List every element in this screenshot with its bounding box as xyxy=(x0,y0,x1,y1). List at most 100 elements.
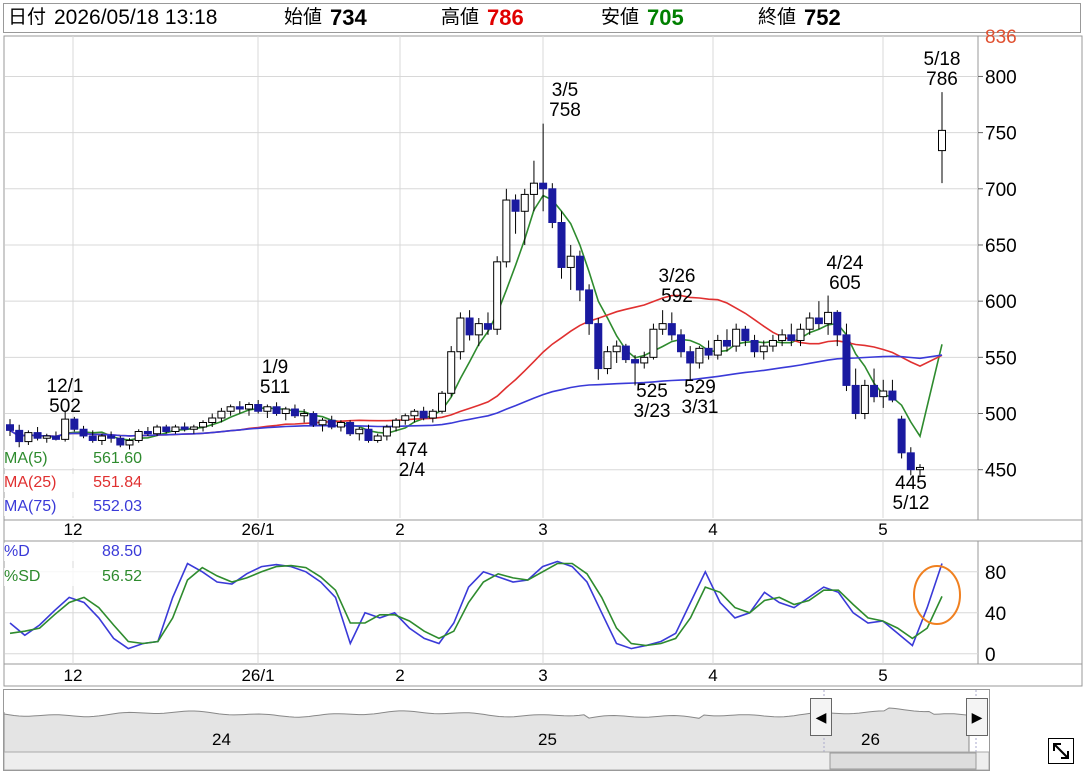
annotation-value: 786 xyxy=(926,69,958,90)
candle-up xyxy=(401,415,410,421)
stock-chart[interactable]: 12/15021/95114742/43/57585253/233/265925… xyxy=(0,0,1089,690)
candle-up xyxy=(134,430,143,441)
candle-down xyxy=(704,347,713,356)
annotation-date: 3/26 xyxy=(659,266,696,287)
legend-ma5: MA(5) 561.60 xyxy=(4,450,142,468)
candle-up xyxy=(382,426,391,437)
main-y-tick-label: 450 xyxy=(985,461,1017,482)
annotation-date: 12/1 xyxy=(47,376,84,397)
main-y-tick-label: 750 xyxy=(985,124,1017,145)
candle-up xyxy=(916,466,924,471)
candle-down xyxy=(235,406,244,410)
candle-down xyxy=(419,410,428,419)
candle-up xyxy=(474,323,483,336)
candle-down xyxy=(833,311,842,336)
candle-down xyxy=(686,351,695,364)
candle-up xyxy=(281,408,290,415)
candle-down xyxy=(787,334,796,341)
annotation-date: 1/9 xyxy=(262,357,288,378)
candle-up xyxy=(318,419,327,426)
navigator-scroll-thumb[interactable] xyxy=(829,752,977,770)
legend-ma75-name: MA(75) xyxy=(4,498,57,515)
candle-up xyxy=(640,356,649,364)
annotation-value: 511 xyxy=(260,377,290,398)
legend-sd-name: %SD xyxy=(4,568,41,585)
main-x-tick-label: 2 xyxy=(395,520,404,539)
candle-up xyxy=(217,410,226,419)
main-y-tick-label: 600 xyxy=(985,292,1017,313)
legend-ma5-name: MA(5) xyxy=(4,450,48,467)
candle-up xyxy=(566,255,575,268)
candle-up xyxy=(428,410,437,419)
main-y-tick-label: 550 xyxy=(985,348,1017,369)
annotation-value: 502 xyxy=(49,396,81,417)
candle-up xyxy=(768,339,777,347)
main-y-tick-label: 800 xyxy=(985,67,1017,88)
main-y-tick-label: 650 xyxy=(985,236,1017,257)
main-x-tick-label: 3 xyxy=(538,520,547,539)
candle-up xyxy=(355,428,364,435)
navigator-left-handle[interactable]: ◀ xyxy=(810,698,832,736)
navigator-right-handle[interactable]: ▶ xyxy=(966,698,988,736)
candle-up xyxy=(502,199,511,263)
candle-down xyxy=(539,182,548,190)
candle-up xyxy=(824,311,833,325)
annotation-date: 2/4 xyxy=(399,460,426,481)
candle-down xyxy=(327,419,336,428)
main-y-tick-label: 500 xyxy=(985,405,1017,426)
candle-down xyxy=(677,334,686,353)
candle-up xyxy=(612,345,621,353)
legend-ma25-name: MA(25) xyxy=(4,474,57,491)
sub-x-tick-label: 26/1 xyxy=(241,666,274,685)
candle-up xyxy=(263,406,272,412)
candle-down xyxy=(594,323,603,370)
candle-down xyxy=(116,437,125,446)
navigator-overview xyxy=(4,690,989,770)
candle-up xyxy=(153,426,162,435)
candle-up xyxy=(732,328,741,347)
legend-d-value: 88.50 xyxy=(101,543,142,560)
annotation-date: 4/24 xyxy=(827,253,864,274)
candle-down xyxy=(511,199,520,212)
expand-icon-glyph xyxy=(1053,743,1069,759)
candle-down xyxy=(143,430,152,435)
annotation-date: 3/23 xyxy=(634,401,671,422)
candle-up xyxy=(392,419,401,428)
main-x-tick-label: 5 xyxy=(878,520,887,539)
range-navigator[interactable]: 24 25 26 ◀ ▶ xyxy=(3,689,990,771)
expand-icon[interactable] xyxy=(1048,738,1074,764)
legend-d: %D 88.50 xyxy=(4,543,142,561)
candle-down xyxy=(15,429,24,443)
legend-ma75-value: 552.03 xyxy=(93,498,142,515)
legend-d-name: %D xyxy=(4,543,30,560)
candle-down xyxy=(180,426,189,430)
candle-down xyxy=(631,359,640,364)
candle-down xyxy=(33,432,42,439)
candle-down xyxy=(575,255,584,291)
candle-down xyxy=(722,339,731,347)
candle-up xyxy=(61,418,70,440)
annotation-value: 529 xyxy=(684,377,716,398)
candle-up xyxy=(226,406,235,412)
candle-down xyxy=(897,418,906,454)
annotation-date: 3/31 xyxy=(682,397,719,418)
sub-y-tick-label: 40 xyxy=(985,604,1006,625)
candle-down xyxy=(483,323,492,330)
candle-up xyxy=(860,384,869,415)
candle-down xyxy=(557,222,566,268)
candle-up xyxy=(456,317,465,353)
candle-up xyxy=(24,432,33,443)
navigator-label-25: 25 xyxy=(538,730,557,749)
candle-up xyxy=(796,328,805,341)
navigator-label-26: 26 xyxy=(861,730,880,749)
candle-up xyxy=(759,345,768,353)
candle-down xyxy=(88,435,97,441)
candle-up xyxy=(189,426,198,430)
candle-down xyxy=(548,188,557,224)
candle-up xyxy=(778,334,787,341)
candle-up xyxy=(244,404,253,410)
candle-up xyxy=(938,129,946,152)
sub-y-tick-label: 0 xyxy=(985,645,996,666)
candle-down xyxy=(621,345,630,361)
sub-x-tick-label: 2 xyxy=(395,666,404,685)
